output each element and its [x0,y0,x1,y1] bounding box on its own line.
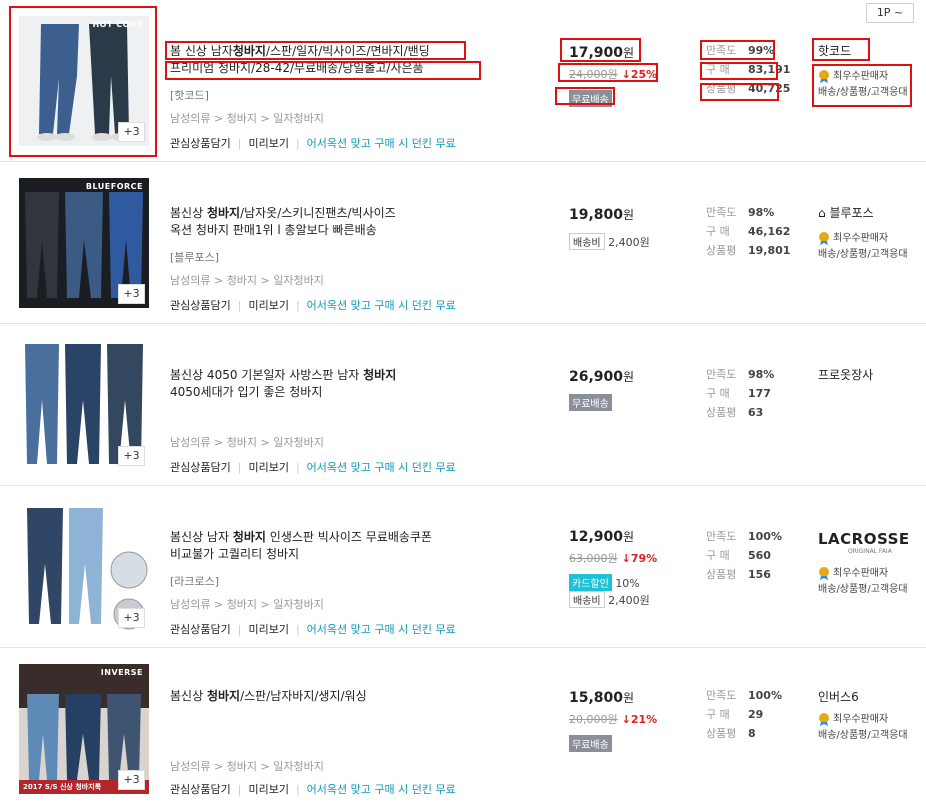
shop-name[interactable]: ⌂ 블루포스 [818,204,874,221]
shipping-fee-badge: 배송비 [569,591,605,608]
add-interest-link[interactable]: 관심상품담기 [170,299,231,312]
preview-link[interactable]: 미리보기 [248,137,288,150]
action-links: 관심상품담기 | 미리보기 | 어서옥션 맞고 구매 시 던킨 무료 [170,137,456,150]
preview-link[interactable]: 미리보기 [248,299,288,312]
medal-icon [819,567,829,580]
shipping-info: 무료배송 [569,394,612,411]
card-discount-info: 카드할인 10% [569,574,640,591]
add-interest-link[interactable]: 관심상품담기 [170,623,231,636]
product-title[interactable]: 봄신상 청바지/스판/남자바지/생지/워싱 [170,688,490,705]
seller-grade: 최우수판매자 배송/상품평/고객응대 [818,232,908,260]
shipping-info: 배송비 2,400원 [569,591,650,608]
product-stats: 만족도 100% 구 매 29 상품평 8 [706,689,782,740]
seller-grade: 최우수판매자 배송/상품평/고객응대 [818,567,908,595]
product-row-1: BLUEFORCE +3 봄신상 청바지/남자옷/스키니진팬츠/빅사이즈 옥션 … [0,162,926,324]
product-title[interactable]: 봄 신상 남자청바지/스판/일자/빅사이즈/면바지/밴딩 프리미엄 청바지/28… [170,43,490,77]
thumbnail-banner: 2017 S/S 신상 청바지룩 [23,783,102,791]
brand-watermark: HOT CODE [92,20,143,29]
shipping-fee-badge: 배송비 [569,233,605,250]
product-title[interactable]: 봄신상 청바지/남자옷/스키니진팬츠/빅사이즈 옥션 청바지 판매1위 l 총알… [170,205,490,239]
category-path: 남성의류 > 청바지 > 일자청바지 [170,760,324,773]
product-thumbnail[interactable]: BLUEFORCE +3 [19,178,149,308]
more-images-badge[interactable]: +3 [118,446,145,466]
original-price: 24,000원 ↓25% [569,68,658,81]
shop-name[interactable]: 인버스6 [818,688,859,705]
shipping-info: 무료배송 [569,90,612,107]
product-row-2: +3 봄신상 4050 기본일자 사방스판 남자 청바지 4050세대가 입기 … [0,324,926,486]
preview-link[interactable]: 미리보기 [248,623,288,636]
brand-watermark: INVERSE [100,668,143,677]
shipping-info: 배송비 2,400원 [569,233,650,250]
product-row-4: INVERSE 2017 S/S 신상 청바지룩 +3 봄신상 청바지/스판/남… [0,648,926,808]
original-price: 63,000원 ↓79% [569,552,658,565]
price: 12,900원 [569,529,635,545]
category-path: 남성의류 > 청바지 > 일자청바지 [170,436,324,449]
product-stats: 만족도 98% 구 매 177 상품평 63 [706,368,775,419]
product-title[interactable]: 봄신상 남자 청바지 인생스판 빅사이즈 무료배송쿠폰 비교불가 고퀄리티 청바… [170,529,490,563]
product-thumbnail[interactable]: INVERSE 2017 S/S 신상 청바지룩 +3 [19,664,149,794]
product-stats: 만족도 98% 구 매 46,162 상품평 19,801 [706,206,791,257]
action-links: 관심상품담기 | 미리보기 | 어서옥션 맞고 구매 시 던킨 무료 [170,783,456,796]
promo-link[interactable]: 어서옥션 맞고 구매 시 던킨 무료 [307,137,456,150]
shop-name[interactable]: 프로옷장사 [818,366,873,383]
medal-icon [819,70,829,83]
product-thumbnail[interactable]: +3 [19,340,149,470]
price: 26,900원 [569,369,635,385]
action-links: 관심상품담기 | 미리보기 | 어서옥션 맞고 구매 시 던킨 무료 [170,461,456,474]
product-thumbnail[interactable]: HOT CODE +3 [19,16,149,146]
product-stats: 만족도 99% 구 매 83,191 상품평 40,725 [706,44,791,95]
action-links: 관심상품담기 | 미리보기 | 어서옥션 맞고 구매 시 던킨 무료 [170,623,456,636]
free-shipping-badge: 무료배송 [569,735,612,752]
shipping-info: 무료배송 [569,735,612,752]
price: 17,900원 [569,45,635,61]
price: 19,800원 [569,207,635,223]
add-interest-link[interactable]: 관심상품담기 [170,783,231,796]
price: 15,800원 [569,690,635,706]
more-images-badge[interactable]: +3 [118,770,145,790]
action-links: 관심상품담기 | 미리보기 | 어서옥션 맞고 구매 시 던킨 무료 [170,299,456,312]
seller-tag: [블루포스] [170,251,220,264]
seller-grade: 최우수판매자 배송/상품평/고객응대 [818,70,908,98]
card-discount-badge: 카드할인 [569,574,612,591]
category-path: 남성의류 > 청바지 > 일자청바지 [170,598,324,611]
seller-tag: [라크로스] [170,575,220,588]
category-path: 남성의류 > 청바지 > 일자청바지 [170,112,324,125]
original-price: 20,000원 ↓21% [569,713,658,726]
more-images-badge[interactable]: +3 [118,608,145,628]
add-interest-link[interactable]: 관심상품담기 [170,137,231,150]
preview-link[interactable]: 미리보기 [248,783,288,796]
preview-link[interactable]: 미리보기 [248,461,288,474]
more-images-badge[interactable]: +3 [118,284,145,304]
seller-grade: 최우수판매자 배송/상품평/고객응대 [818,713,908,741]
promo-link[interactable]: 어서옥션 맞고 구매 시 던킨 무료 [307,461,456,474]
more-images-badge[interactable]: +3 [118,122,145,142]
product-title[interactable]: 봄신상 4050 기본일자 사방스판 남자 청바지 4050세대가 입기 좋은 … [170,367,490,401]
promo-link[interactable]: 어서옥션 맞고 구매 시 던킨 무료 [307,783,456,796]
add-interest-link[interactable]: 관심상품담기 [170,461,231,474]
medal-icon [819,232,829,245]
category-path: 남성의류 > 청바지 > 일자청바지 [170,274,324,287]
product-row-0: HOT CODE +3 봄 신상 남자청바지/스판/일자/빅사이즈/면바지/밴딩… [0,0,926,162]
promo-link[interactable]: 어서옥션 맞고 구매 시 던킨 무료 [307,299,456,312]
promo-link[interactable]: 어서옥션 맞고 구매 시 던킨 무료 [307,623,456,636]
medal-icon [819,713,829,726]
product-row-3: +3 봄신상 남자 청바지 인생스판 빅사이즈 무료배송쿠폰 비교불가 고퀄리티… [0,486,926,648]
seller-tag: [핫코드] [170,89,209,102]
shop-logo[interactable]: LACROSSE ORIGINAL FAIA [818,530,910,555]
shop-name[interactable]: 핫코드 [818,42,851,59]
free-shipping-badge: 무료배송 [569,90,612,107]
home-icon: ⌂ [818,206,826,220]
free-shipping-badge: 무료배송 [569,394,612,411]
product-stats: 만족도 100% 구 매 560 상품평 156 [706,530,782,581]
product-thumbnail[interactable]: +3 [19,502,149,632]
brand-watermark: BLUEFORCE [85,182,143,191]
